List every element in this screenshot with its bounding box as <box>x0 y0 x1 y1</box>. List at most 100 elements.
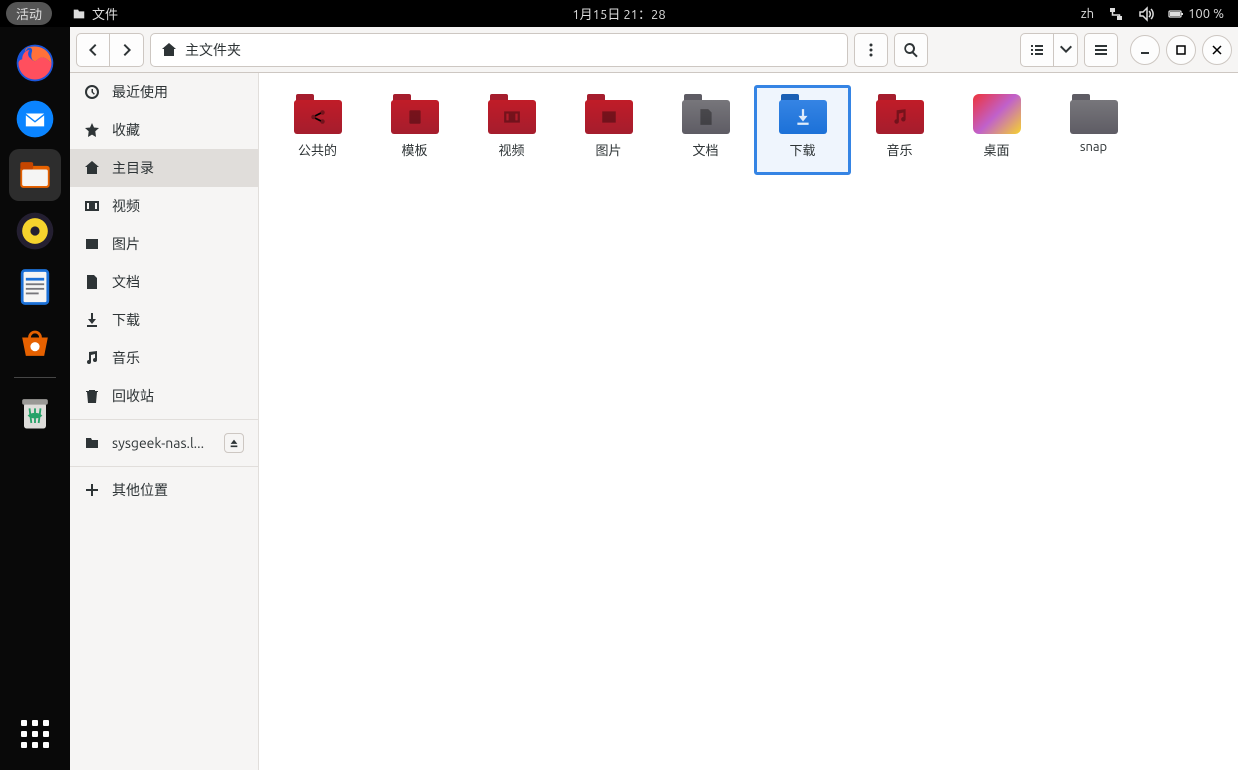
folder-label: 视频 <box>498 140 524 159</box>
trash-icon <box>84 388 100 404</box>
clock-icon <box>84 84 100 100</box>
download-icon <box>84 312 100 328</box>
datetime-label[interactable]: 1月15日 21：28 <box>572 4 665 23</box>
dock-writer[interactable] <box>9 261 61 313</box>
sidebar-item-recent[interactable]: 最近使用 <box>70 73 258 111</box>
volume-icon[interactable] <box>1138 6 1154 22</box>
folder-label: 公共的 <box>298 140 337 159</box>
folder-documents[interactable]: 文档 <box>657 85 754 175</box>
back-button[interactable] <box>76 33 110 67</box>
sidebar-item-label: 下载 <box>112 310 140 330</box>
folder-desktop[interactable]: 桌面 <box>948 85 1045 175</box>
icon-view[interactable]: 公共的 模板 视频 图片文档下载音乐桌面 snap <box>259 73 1238 770</box>
battery-icon <box>1168 6 1184 22</box>
folder-pictures[interactable]: 图片 <box>560 85 657 175</box>
show-applications-button[interactable] <box>9 708 61 760</box>
folder-label: 模板 <box>401 140 427 159</box>
list-view-button[interactable] <box>1020 33 1054 67</box>
document-icon <box>84 274 100 290</box>
dock-thunderbird[interactable] <box>9 93 61 145</box>
download-icon <box>794 108 812 126</box>
document-icon <box>697 108 715 126</box>
sidebar-item-trash[interactable]: 回收站 <box>70 377 258 415</box>
sidebar-item-starred[interactable]: 收藏 <box>70 111 258 149</box>
sidebar-separator <box>70 419 258 420</box>
dots-icon <box>863 42 879 58</box>
share-icon <box>309 108 327 126</box>
folder-label: snap <box>1080 140 1107 154</box>
minimize-icon <box>1139 44 1151 56</box>
search-button[interactable] <box>894 33 928 67</box>
activities-button[interactable]: 活动 <box>6 2 52 25</box>
folder-downloads[interactable]: 下载 <box>754 85 851 175</box>
picture-icon <box>84 236 100 252</box>
maximize-button[interactable] <box>1166 35 1196 65</box>
more-button[interactable] <box>854 33 888 67</box>
battery-percent-label: 100 % <box>1188 7 1224 21</box>
window-controls <box>1130 35 1232 65</box>
dock-divider <box>14 377 56 378</box>
close-icon <box>1211 44 1223 56</box>
system-tray: zh 100 % <box>1081 6 1238 22</box>
pathbar[interactable]: 主文件夹 <box>150 33 848 67</box>
dock-software[interactable] <box>9 317 61 369</box>
star-icon <box>84 122 100 138</box>
sidebar-item-network[interactable]: sysgeek-nas.l... <box>70 424 258 462</box>
minimize-button[interactable] <box>1130 35 1160 65</box>
files-window: 主文件夹 最近使用收藏主目录视频图片文档下载音乐回收站sysgeek-nas.l… <box>70 27 1238 770</box>
chevron-left-icon <box>85 42 101 58</box>
list-icon <box>1029 42 1045 58</box>
forward-button[interactable] <box>110 33 144 67</box>
video-icon <box>503 108 521 126</box>
folder-icon <box>84 435 100 451</box>
sidebar-item-music[interactable]: 音乐 <box>70 339 258 377</box>
dock-rhythmbox[interactable] <box>9 205 61 257</box>
headerbar: 主文件夹 <box>70 27 1238 73</box>
dock <box>0 27 70 770</box>
menu-icon <box>1093 42 1109 58</box>
app-menu[interactable]: 文件 <box>72 4 118 23</box>
sidebar-item-label: sysgeek-nas.l... <box>112 435 212 451</box>
sidebar-item-label: 其他位置 <box>112 480 168 500</box>
battery-indicator[interactable]: 100 % <box>1168 6 1224 22</box>
view-options-button[interactable] <box>1054 33 1078 67</box>
dock-trash[interactable] <box>9 386 61 438</box>
music-icon <box>84 350 100 366</box>
picture-icon <box>600 108 618 126</box>
folder-music[interactable]: 音乐 <box>851 85 948 175</box>
folder-snap[interactable]: snap <box>1045 85 1142 175</box>
sidebar-item-label: 音乐 <box>112 348 140 368</box>
sidebar: 最近使用收藏主目录视频图片文档下载音乐回收站 sysgeek-nas.l... 其他… <box>70 73 259 770</box>
folder-icon <box>876 94 924 134</box>
sidebar-item-home[interactable]: 主目录 <box>70 149 258 187</box>
dock-firefox[interactable] <box>9 37 61 89</box>
template-icon <box>406 108 424 126</box>
sidebar-item-downloads[interactable]: 下载 <box>70 301 258 339</box>
folder-templates[interactable]: 模板 <box>366 85 463 175</box>
input-method-indicator[interactable]: zh <box>1081 7 1094 21</box>
folder-public[interactable]: 公共的 <box>269 85 366 175</box>
home-icon <box>161 42 177 58</box>
chevron-down-icon <box>1058 42 1074 58</box>
chevron-right-icon <box>119 42 135 58</box>
sidebar-separator <box>70 466 258 467</box>
network-icon[interactable] <box>1108 6 1124 22</box>
sidebar-item-documents[interactable]: 文档 <box>70 263 258 301</box>
eject-button[interactable] <box>224 433 244 453</box>
sidebar-item-label: 文档 <box>112 272 140 292</box>
folder-videos[interactable]: 视频 <box>463 85 560 175</box>
sidebar-item-pictures[interactable]: 图片 <box>70 225 258 263</box>
folder-icon <box>779 94 827 134</box>
dock-files[interactable] <box>9 149 61 201</box>
sidebar-item-videos[interactable]: 视频 <box>70 187 258 225</box>
music-icon <box>891 108 909 126</box>
app-name-label: 文件 <box>92 4 118 23</box>
search-icon <box>903 42 919 58</box>
hamburger-menu-button[interactable] <box>1084 33 1118 67</box>
eject-icon <box>229 438 239 448</box>
close-button[interactable] <box>1202 35 1232 65</box>
sidebar-item-other-locations[interactable]: 其他位置 <box>70 471 258 509</box>
video-icon <box>84 198 100 214</box>
sidebar-item-label: 图片 <box>112 234 140 254</box>
folder-icon <box>682 94 730 134</box>
